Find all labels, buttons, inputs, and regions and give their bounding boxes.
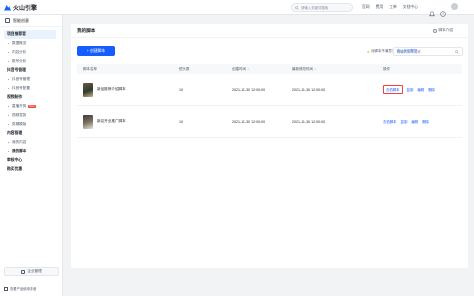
shoot-script-button[interactable]: 去拍脚本 [383, 119, 397, 124]
manual-label: 查看产品使用手册 [10, 287, 37, 291]
new-badge: New [28, 105, 36, 108]
col-modified[interactable]: 最新修改时间⇕ [292, 67, 365, 72]
enterprise-label: 企业管理 [27, 269, 42, 273]
col-actions: 操作 [383, 66, 390, 71]
script-intro-link[interactable]: 脚本介绍 [433, 28, 453, 33]
script-name-cell: 新品推荐介绍脚本 [77, 82, 179, 97]
sidebar-item-my-scripts[interactable]: 我的脚本 [0, 147, 62, 156]
intro-label: 脚本介绍 [438, 28, 453, 32]
search-icon [295, 5, 299, 10]
create-script-button[interactable]: + 创建脚本 [77, 46, 115, 56]
sidebar-item-label: 直播开剪 [12, 104, 27, 108]
sort-icon: ⇕ [314, 66, 317, 71]
app-icon [5, 18, 10, 23]
sidebar-group-purchase[interactable]: 购买优惠 [0, 165, 62, 174]
sidebar-group-douyin[interactable]: 抖音号管理 [0, 66, 62, 75]
actions-cell: 去拍脚本 复制 编辑 删除 [365, 119, 462, 124]
nav-billing[interactable]: 费用 [376, 5, 384, 10]
shoot-script-button[interactable]: 去拍脚本 [383, 85, 403, 94]
sidebar-group-video[interactable]: 视频制作 [0, 93, 62, 102]
sort-icon: ⇕ [247, 66, 250, 71]
script-name-cell: 新店开业推广脚本 [77, 114, 179, 129]
page-title: 我的脚本 [77, 28, 96, 33]
sidebar-item-video-mix[interactable]: 视频混剪 [0, 111, 62, 120]
divider [71, 37, 468, 38]
delete-button[interactable]: 删除 [428, 87, 435, 92]
col-created[interactable]: 创建时间⇕ [232, 67, 292, 72]
enterprise-icon [21, 269, 26, 274]
script-thumbnail [83, 82, 93, 97]
nav-docs[interactable]: 文档中心 [403, 5, 418, 10]
user-avatar[interactable] [451, 3, 458, 10]
manual-link[interactable]: 查看产品使用手册 [4, 286, 36, 291]
help-icon[interactable]: ? [440, 4, 446, 17]
edit-button[interactable]: 编辑 [417, 87, 424, 92]
shots-cell: 10 [179, 87, 183, 92]
bell-icon[interactable] [428, 4, 436, 16]
shots-cell: 10 [179, 119, 183, 124]
top-icons: ? [428, 3, 458, 17]
sidebar-item-my-content[interactable]: 我的内容 [0, 138, 62, 147]
modified-cell: 2021-11-30 12:00:00 [292, 119, 326, 124]
created-cell: 2021-11-30 12:00:00 [232, 119, 266, 124]
actions-cell: 去拍脚本 复制 编辑 删除 [365, 85, 462, 94]
copy-button[interactable]: 复制 [407, 87, 414, 92]
delete-button[interactable]: 删除 [422, 119, 429, 124]
script-search-input[interactable]: 请输入脚本名称 [393, 47, 463, 56]
sidebar-item-live-clip[interactable]: 直播开剪 New [0, 102, 62, 111]
scripts-table: 脚本名称 镜头数 创建时间⇕ 最新修改时间⇕ 操作 新品推荐介绍脚本 10 20… [77, 64, 462, 138]
top-nav: 官网 费用 工单 文档中心 [362, 0, 418, 15]
sidebar-item-douyin-config[interactable]: 抖音号配置 [0, 84, 62, 93]
col-created-label: 创建时间 [232, 66, 246, 71]
sidebar-title: 智能创意 [13, 17, 29, 23]
sidebar-item-overview[interactable]: 数据概览 [0, 39, 62, 48]
sidebar-group-project[interactable]: 项目推荐官 [4, 30, 56, 39]
sidebar-group-review[interactable]: 审核中心 [0, 156, 62, 165]
lightbulb-icon: ● [367, 49, 370, 54]
script-name[interactable]: 新品推荐介绍脚本 [97, 87, 126, 92]
brand-name: 火山引擎 [13, 5, 38, 12]
col-name: 脚本名称 [83, 66, 97, 71]
sidebar-item-douyin-manage[interactable]: 抖音号管理 [0, 75, 62, 84]
tip-text: 对脚本不满意？ [370, 49, 396, 53]
script-search-placeholder: 请输入脚本名称 [397, 50, 421, 54]
script-thumbnail [83, 114, 93, 129]
sidebar: 智能创意 项目推荐官 数据概览 内容分析 账号分析 抖音号管理 抖音号管理 抖音… [0, 15, 63, 296]
sidebar-item-account-analysis[interactable]: 账号分析 [0, 57, 62, 66]
created-cell: 2021-11-30 12:00:00 [232, 87, 266, 92]
modified-cell: 2021-11-30 12:00:00 [292, 87, 326, 92]
col-shots: 镜头数 [179, 66, 190, 71]
copy-button[interactable]: 复制 [401, 119, 408, 124]
table-row: 新店开业推广脚本 10 2021-11-30 12:00:00 2021-11-… [77, 106, 462, 138]
question-icon [433, 28, 437, 33]
main-panel: 我的脚本 脚本介绍 + 创建脚本 ● 对脚本不满意？ 请让我们帮您 请输入脚本名… [71, 24, 468, 268]
enterprise-manage-button[interactable]: 企业管理 [4, 267, 59, 276]
book-icon [4, 286, 8, 291]
nav-tickets[interactable]: 工单 [389, 5, 397, 10]
script-name[interactable]: 新店开业推广脚本 [97, 119, 126, 124]
table-row: 新品推荐介绍脚本 10 2021-11-30 12:00:00 2021-11-… [77, 74, 462, 106]
nav-official-site[interactable]: 官网 [362, 5, 370, 10]
search-icon [455, 50, 459, 54]
col-modified-label: 最新修改时间 [292, 66, 313, 71]
sidebar-item-templates[interactable]: 剪辑模版 [0, 120, 62, 129]
svg-text:?: ? [442, 12, 444, 16]
search-placeholder: 请输入关键词搜索 [301, 6, 329, 10]
sidebar-group-content[interactable]: 内容管理 [0, 129, 62, 138]
table-header: 脚本名称 镜头数 创建时间⇕ 最新修改时间⇕ 操作 [77, 64, 462, 74]
sidebar-item-content-analysis[interactable]: 内容分析 [0, 48, 62, 57]
global-search-input[interactable]: 请输入关键词搜索 [291, 3, 353, 12]
sidebar-header: 智能创意 [0, 15, 62, 27]
volcano-logo-icon [4, 4, 11, 11]
edit-button[interactable]: 编辑 [411, 119, 418, 124]
